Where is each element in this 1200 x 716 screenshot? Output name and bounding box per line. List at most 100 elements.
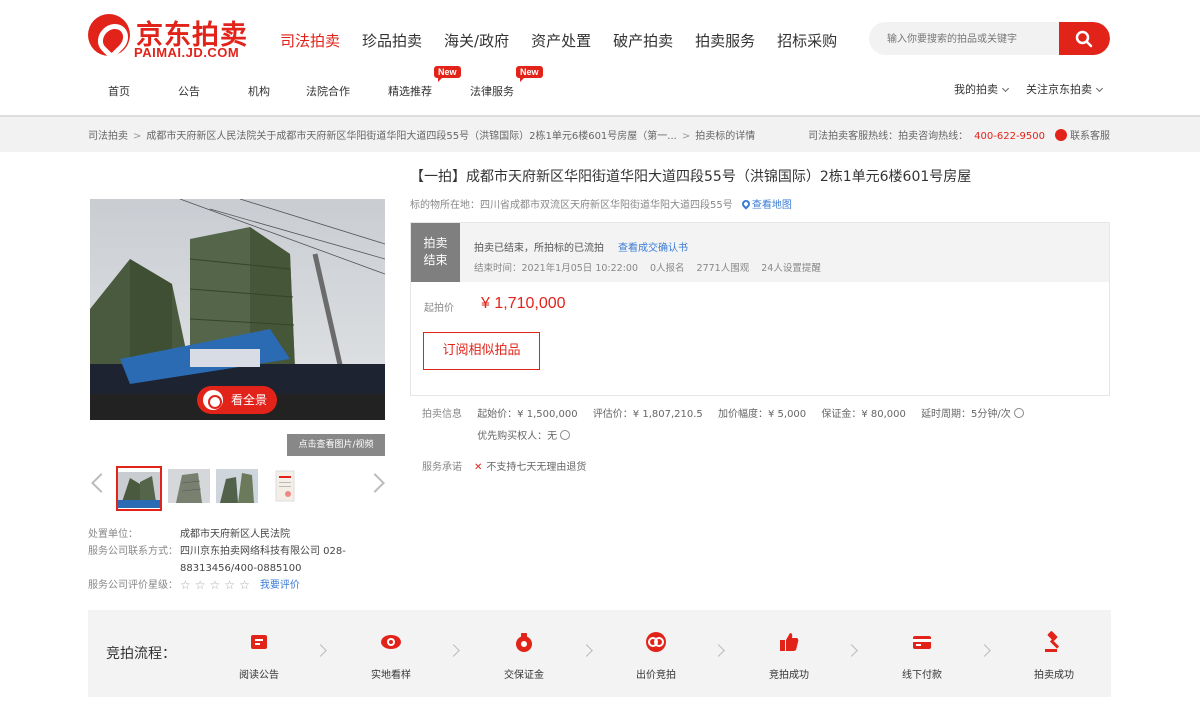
main-nav: 司法拍卖 珍品拍卖 海关/政府 资产处置 破产拍卖 拍卖服务 招标采购: [280, 30, 859, 51]
prev-arrow-icon[interactable]: [91, 473, 111, 493]
help-icon[interactable]: [1013, 408, 1024, 418]
service-notice: 服务承诺 ✕ 不支持七天无理由退货: [422, 458, 586, 473]
main-nav-judicial[interactable]: 司法拍卖: [280, 30, 340, 51]
process-step: 交保证金: [484, 610, 564, 697]
thumbnail-strip: [88, 464, 388, 514]
address-label: 标的物所在地：: [410, 200, 480, 211]
close-icon: ✕: [474, 462, 483, 473]
process-step: 竞拍成功: [749, 610, 829, 697]
my-auction-dropdown[interactable]: 我的拍卖: [954, 81, 1010, 97]
chevron-right-icon: [712, 644, 725, 657]
main-nav-bankruptcy[interactable]: 破产拍卖: [613, 30, 673, 51]
thumbnail[interactable]: [274, 469, 296, 503]
watcher-count: 2771人围观: [696, 263, 750, 274]
breadcrumb-bar: 司法拍卖 > 成都市天府新区人民法院关于成都市天府新区华阳街道华阳大道四段55号（洪…: [0, 115, 1200, 152]
start-price: 起始价：¥ 1,500,000: [477, 409, 578, 420]
hotline-phone: 400-622-9500: [974, 131, 1045, 142]
sub-nav-label: 精选推荐: [388, 85, 432, 98]
money-bag-icon: [516, 633, 532, 652]
photo-caption[interactable]: 点击查看图片/视频: [287, 434, 385, 456]
process-step: 阅读公告: [219, 610, 299, 697]
status-header: 拍卖 结束 拍卖已结束，所拍标的已流拍 查看成交确认书 结束时间：2021年1月0…: [411, 223, 1109, 282]
thumbnail-image: [216, 469, 258, 503]
logo-mark-icon: [88, 14, 130, 56]
breadcrumb: 司法拍卖 > 成都市天府新区人民法院关于成都市天府新区华阳街道华阳大道四段55号（洪…: [88, 127, 755, 142]
breadcrumb-judicial[interactable]: 司法拍卖: [88, 131, 128, 142]
hotline-label: 司法拍卖客服热线：拍卖咨询热线：: [808, 131, 969, 142]
main-nav-treasure[interactable]: 珍品拍卖: [362, 30, 422, 51]
org-value[interactable]: 成都市天府新区人民法院: [180, 526, 290, 543]
jd-paimai-logo[interactable]: 京东拍卖 PAIMAI.JD.COM: [88, 14, 258, 62]
org-row: 处置单位： 成都市天府新区人民法院: [88, 526, 346, 543]
priority-buyer: 优先购买权人：无: [477, 431, 558, 442]
auction-info: 拍卖信息 起始价：¥ 1,500,000 评估价：¥ 1,807,210.5 加…: [422, 404, 1024, 448]
subscribe-similar-button[interactable]: 订阅相似拍品: [423, 332, 540, 370]
chevron-right-icon: [845, 644, 858, 657]
bid-increment: 加价幅度：¥ 5,000: [717, 409, 807, 420]
rate-link[interactable]: 我要评价: [260, 577, 300, 595]
thumbnail[interactable]: [168, 469, 210, 503]
thumbnail[interactable]: [116, 466, 162, 511]
main-nav-customs[interactable]: 海关/政府: [444, 30, 509, 51]
map-pin-icon: [740, 198, 752, 210]
main-nav-bidding[interactable]: 招标采购: [777, 30, 837, 51]
starting-price: ¥ 1,710,000: [481, 295, 566, 312]
step-label: 线下付款: [902, 670, 942, 681]
main-nav-assets[interactable]: 资产处置: [531, 30, 591, 51]
help-icon[interactable]: [560, 430, 571, 440]
view-map-link[interactable]: 查看地图: [740, 198, 792, 211]
chevron-right-icon: [580, 644, 593, 657]
search-input[interactable]: [887, 29, 1055, 49]
step-label: 阅读公告: [239, 670, 279, 681]
auction-status-panel: 拍卖 结束 拍卖已结束，所拍标的已流拍 查看成交确认书 结束时间：2021年1月0…: [410, 222, 1110, 396]
notice-label: 服务承诺: [422, 462, 462, 473]
end-time: 结束时间：2021年1月05日 10:22:00: [474, 263, 638, 274]
payment-icon: [913, 636, 931, 649]
bid-count: 0人报名: [650, 263, 685, 274]
breadcrumb-item-title[interactable]: 成都市天府新区人民法院关于成都市天府新区华阳街道华阳大道四段55号（洪锦国际）2…: [146, 131, 676, 142]
step-label: 竞拍成功: [769, 670, 809, 681]
org-key: 服务公司联系方式：: [88, 546, 178, 557]
address-value: 四川省成都市双流区天府新区华阳街道华阳大道四段55号: [480, 200, 733, 211]
org-value: 四川京东拍卖网络科技有限公司 028-: [180, 546, 346, 557]
follow-dropdown[interactable]: 关注京东拍卖: [1026, 81, 1104, 97]
new-badge: New: [434, 66, 461, 82]
thumbnail[interactable]: [216, 469, 258, 503]
main-nav-service[interactable]: 拍卖服务: [695, 30, 755, 51]
step-label: 交保证金: [504, 670, 544, 681]
sub-nav-legal[interactable]: 法律服务 New: [470, 66, 543, 99]
process-step: 拍卖成功: [1014, 610, 1094, 697]
status-stats: 结束时间：2021年1月05日 10:22:00 0人报名 2771人围观 24人设置…: [474, 260, 833, 274]
sub-nav-label: 机构: [248, 85, 270, 98]
search-icon: [1075, 30, 1093, 48]
new-badge: New: [516, 66, 543, 82]
view-panorama-button[interactable]: 看全景: [197, 386, 277, 414]
sub-nav-home[interactable]: 首页: [108, 83, 130, 99]
sub-nav-court[interactable]: 法院合作: [306, 83, 350, 99]
search-box: [869, 22, 1110, 55]
breadcrumb-current: 拍卖标的详情: [695, 131, 756, 142]
star-icon: ☆: [224, 578, 236, 592]
logo-text-en: PAIMAI.JD.COM: [134, 45, 240, 60]
sub-nav-label: 公告: [178, 85, 200, 98]
customer-service-link[interactable]: 联系客服: [1070, 131, 1110, 142]
sub-nav-institution[interactable]: 机构: [248, 83, 270, 99]
next-arrow-icon[interactable]: [365, 473, 385, 493]
auction-info-row: 拍卖信息 起始价：¥ 1,500,000 评估价：¥ 1,807,210.5 加…: [422, 404, 1024, 426]
chevron-right-icon: [978, 644, 991, 657]
thumbs-up-icon: [780, 633, 799, 651]
org-row: 服务公司评价星级： ☆ ☆ ☆ ☆ ☆ 我要评价: [88, 577, 346, 595]
notice-icon: [251, 635, 267, 649]
confirmation-link[interactable]: 查看成交确认书: [618, 243, 688, 254]
step-label: 出价竞拍: [636, 670, 676, 681]
auction-info-row: 优先购买权人：无: [422, 426, 1024, 448]
gavel-icon: [1045, 631, 1060, 652]
process-step: 出价竞拍: [616, 610, 696, 697]
search-button[interactable]: [1059, 22, 1110, 55]
hotline: 司法拍卖客服热线：拍卖咨询热线： 400-622-9500 联系客服: [808, 127, 1110, 142]
my-auction-label: 我的拍卖: [954, 83, 998, 96]
breadcrumb-separator: >: [681, 131, 691, 142]
deposit: 保证金：¥ 80,000: [821, 409, 906, 420]
sub-nav-notice[interactable]: 公告: [178, 83, 200, 99]
sub-nav-featured[interactable]: 精选推荐 New: [388, 66, 461, 99]
